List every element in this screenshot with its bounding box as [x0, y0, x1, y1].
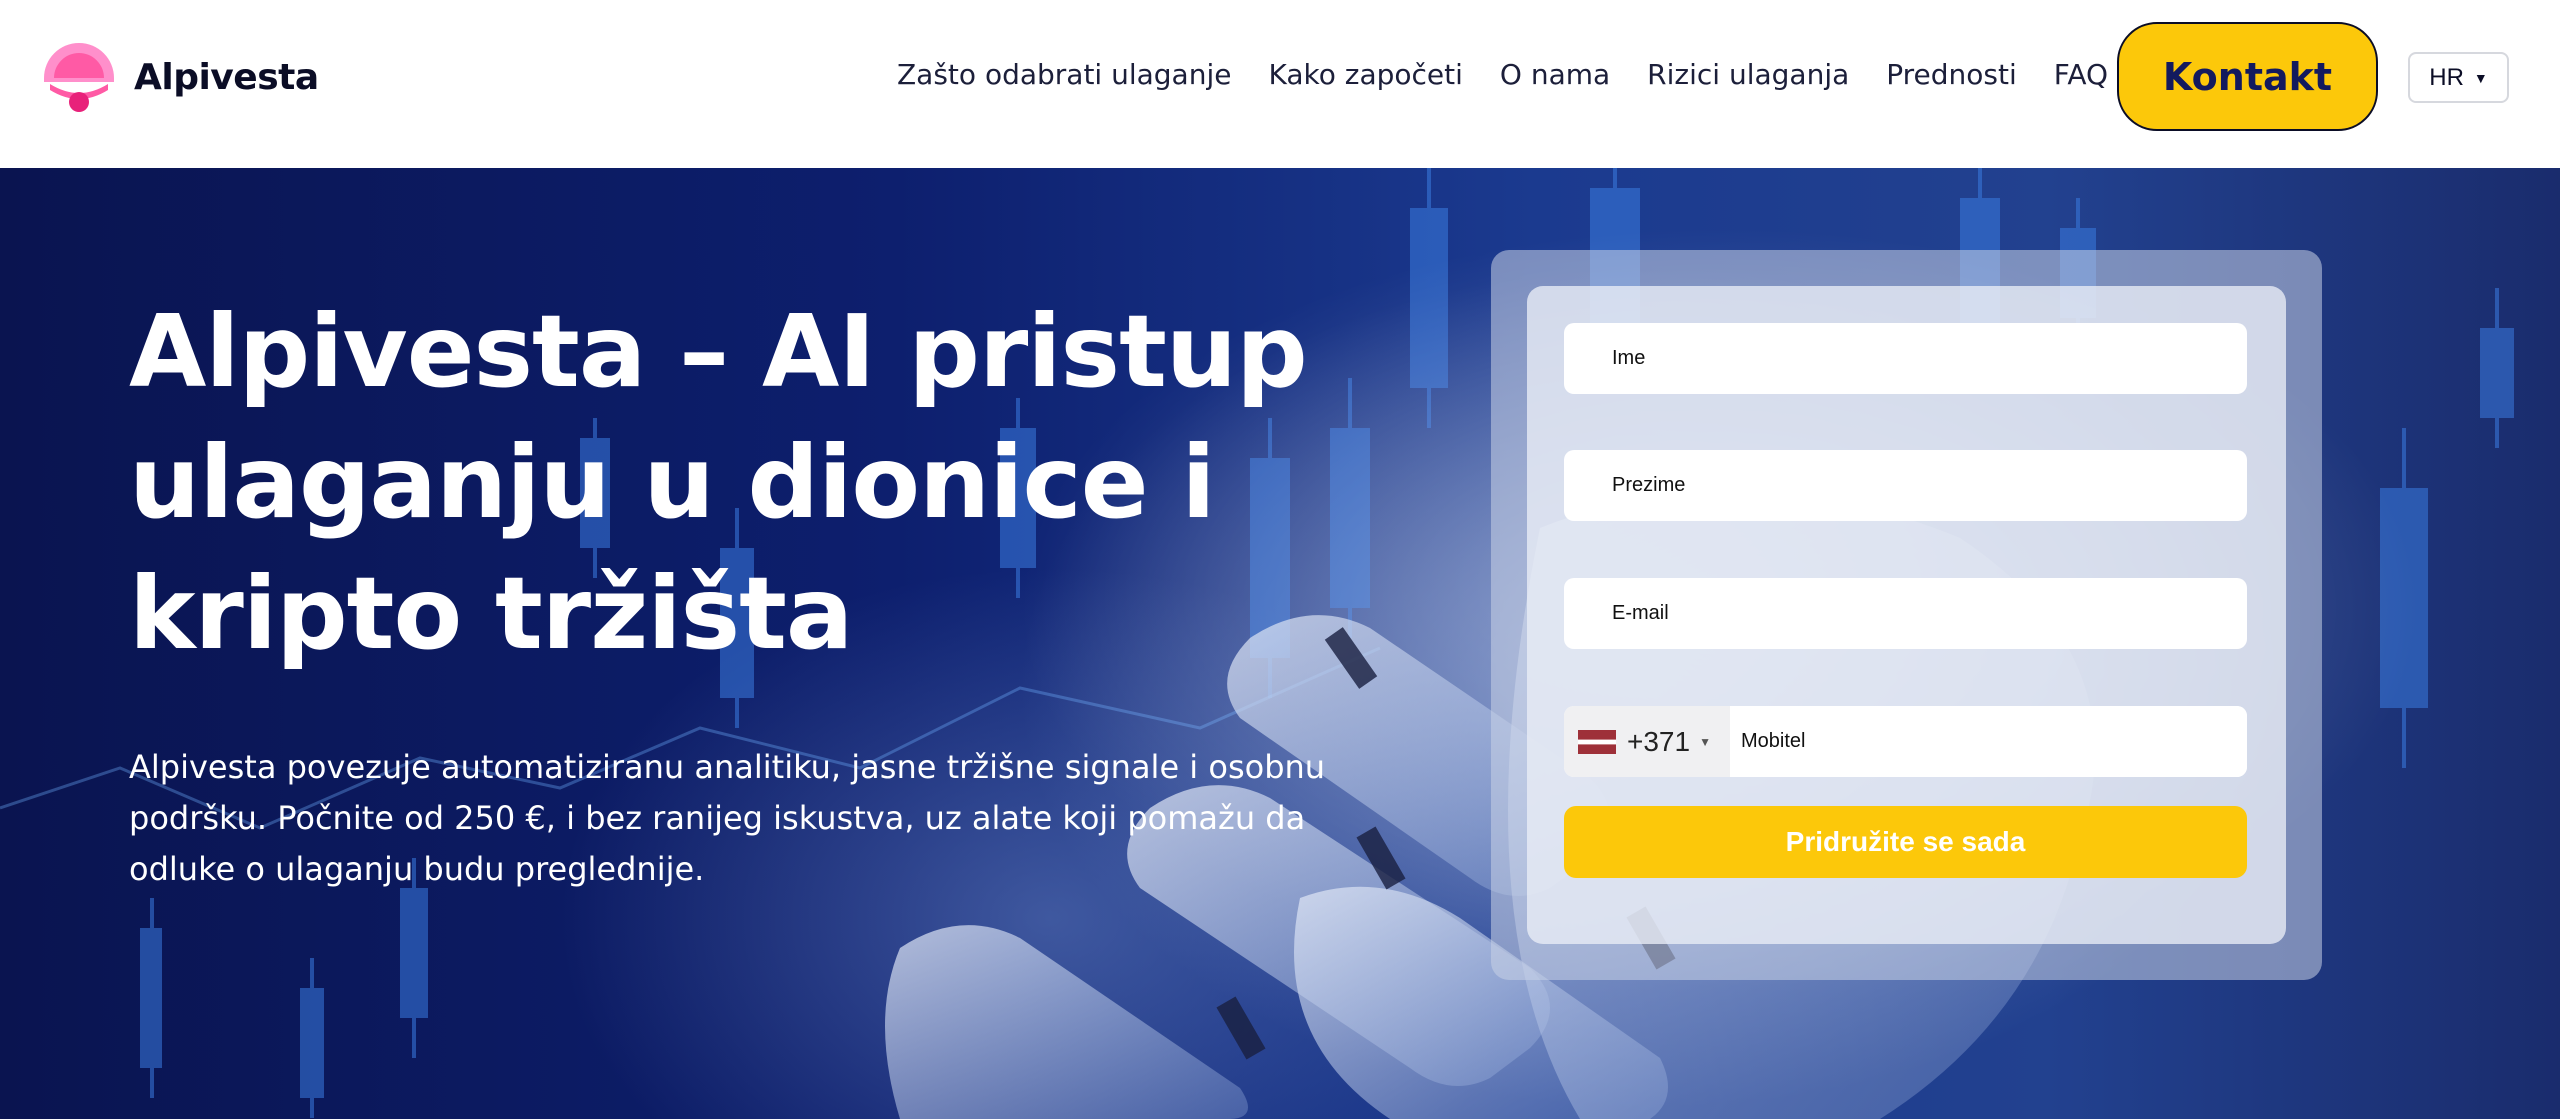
site-header: Alpivesta Zašto odabrati ulaganje Kako z… — [0, 0, 2560, 168]
nav-item-faq[interactable]: FAQ — [2054, 58, 2108, 91]
nav-item-about-us[interactable]: O nama — [1500, 58, 1610, 91]
chevron-down-icon: ▼ — [2473, 69, 2488, 86]
nav-item-why-invest[interactable]: Zašto odabrati ulaganje — [897, 58, 1231, 91]
last-name-input[interactable] — [1564, 450, 2247, 521]
join-now-button[interactable]: Pridružite se sada — [1564, 806, 2247, 878]
chevron-down-icon: ▼ — [1699, 734, 1711, 749]
contact-button[interactable]: Kontakt — [2117, 22, 2378, 131]
hero-title: Alpivesta – AI pristup ulaganju u dionic… — [129, 286, 1429, 679]
hero-description: Alpivesta povezuje automatiziranu analit… — [129, 748, 1326, 888]
brand-name: Alpivesta — [134, 56, 319, 98]
first-name-input[interactable] — [1564, 323, 2247, 394]
parachute-dome-icon — [44, 43, 114, 112]
nav-item-how-to-start[interactable]: Kako započeti — [1268, 58, 1462, 91]
hero-section: Alpivesta – AI pristup ulaganju u dionic… — [0, 168, 2560, 1119]
language-selector[interactable]: HR ▼ — [2408, 52, 2509, 103]
main-nav: Zašto odabrati ulaganje Kako započeti O … — [897, 58, 2108, 91]
hero-title-line: kripto tržišta — [129, 555, 853, 672]
phone-field: +371 ▼ — [1564, 706, 2247, 777]
latvia-flag-icon — [1578, 729, 1616, 754]
language-label: HR — [2429, 63, 2464, 91]
nav-item-advantages[interactable]: Prednosti — [1886, 58, 2017, 91]
email-input[interactable] — [1564, 578, 2247, 649]
phone-input[interactable] — [1730, 706, 2247, 777]
hero-title-line: ulaganju u dionice i — [129, 424, 1216, 541]
country-code-selector[interactable]: +371 ▼ — [1564, 706, 1730, 777]
dial-code: +371 — [1627, 725, 1691, 757]
brand-logo[interactable]: Alpivesta — [40, 38, 319, 116]
hero-title-line: Alpivesta – AI pristup — [129, 293, 1308, 410]
signup-form: +371 ▼ Pridružite se sada — [1527, 286, 2286, 944]
nav-item-investment-risks[interactable]: Rizici ulaganja — [1647, 58, 1849, 91]
signup-form-container: +371 ▼ Pridružite se sada — [1491, 250, 2322, 980]
